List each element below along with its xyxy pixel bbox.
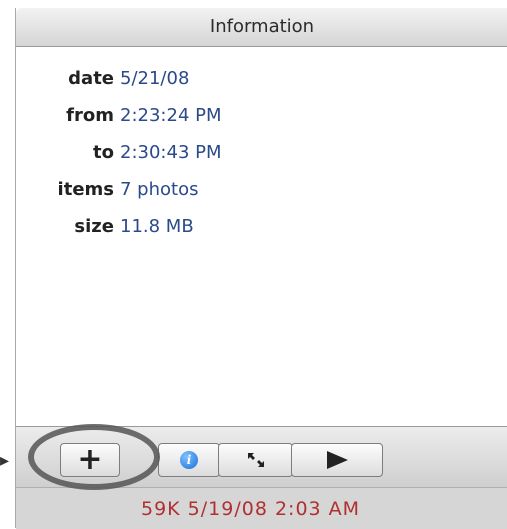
status-text: 59K 5/19/08 2:03 AM: [141, 498, 361, 520]
info-value-date: 5/21/08: [120, 68, 190, 89]
info-value-to: 2:30:43 PM: [120, 142, 222, 163]
info-label-items: items: [57, 179, 114, 200]
info-grid: date 5/21/08 from 2:23:24 PM to 2:30:43 …: [36, 66, 222, 240]
highlight-circle: [28, 424, 160, 490]
play-icon: [327, 451, 348, 469]
fullscreen-button[interactable]: [218, 443, 293, 477]
info-icon: i: [180, 451, 198, 469]
info-value-items: 7 photos: [120, 179, 199, 200]
info-label-to: to: [93, 142, 114, 163]
info-label-size: size: [74, 216, 114, 237]
info-value-from: 2:23:24 PM: [120, 105, 222, 126]
pointer-arrow-icon: ▸: [0, 450, 10, 471]
info-button[interactable]: i: [158, 443, 220, 477]
info-label-from: from: [66, 105, 114, 126]
status-bar: 59K 5/19/08 2:03 AM: [16, 487, 507, 529]
fullscreen-icon: [247, 453, 264, 467]
info-label-date: date: [68, 68, 114, 89]
info-value-size: 11.8 MB: [120, 216, 194, 237]
play-button[interactable]: [291, 443, 383, 477]
panel-title: Information: [16, 8, 507, 47]
